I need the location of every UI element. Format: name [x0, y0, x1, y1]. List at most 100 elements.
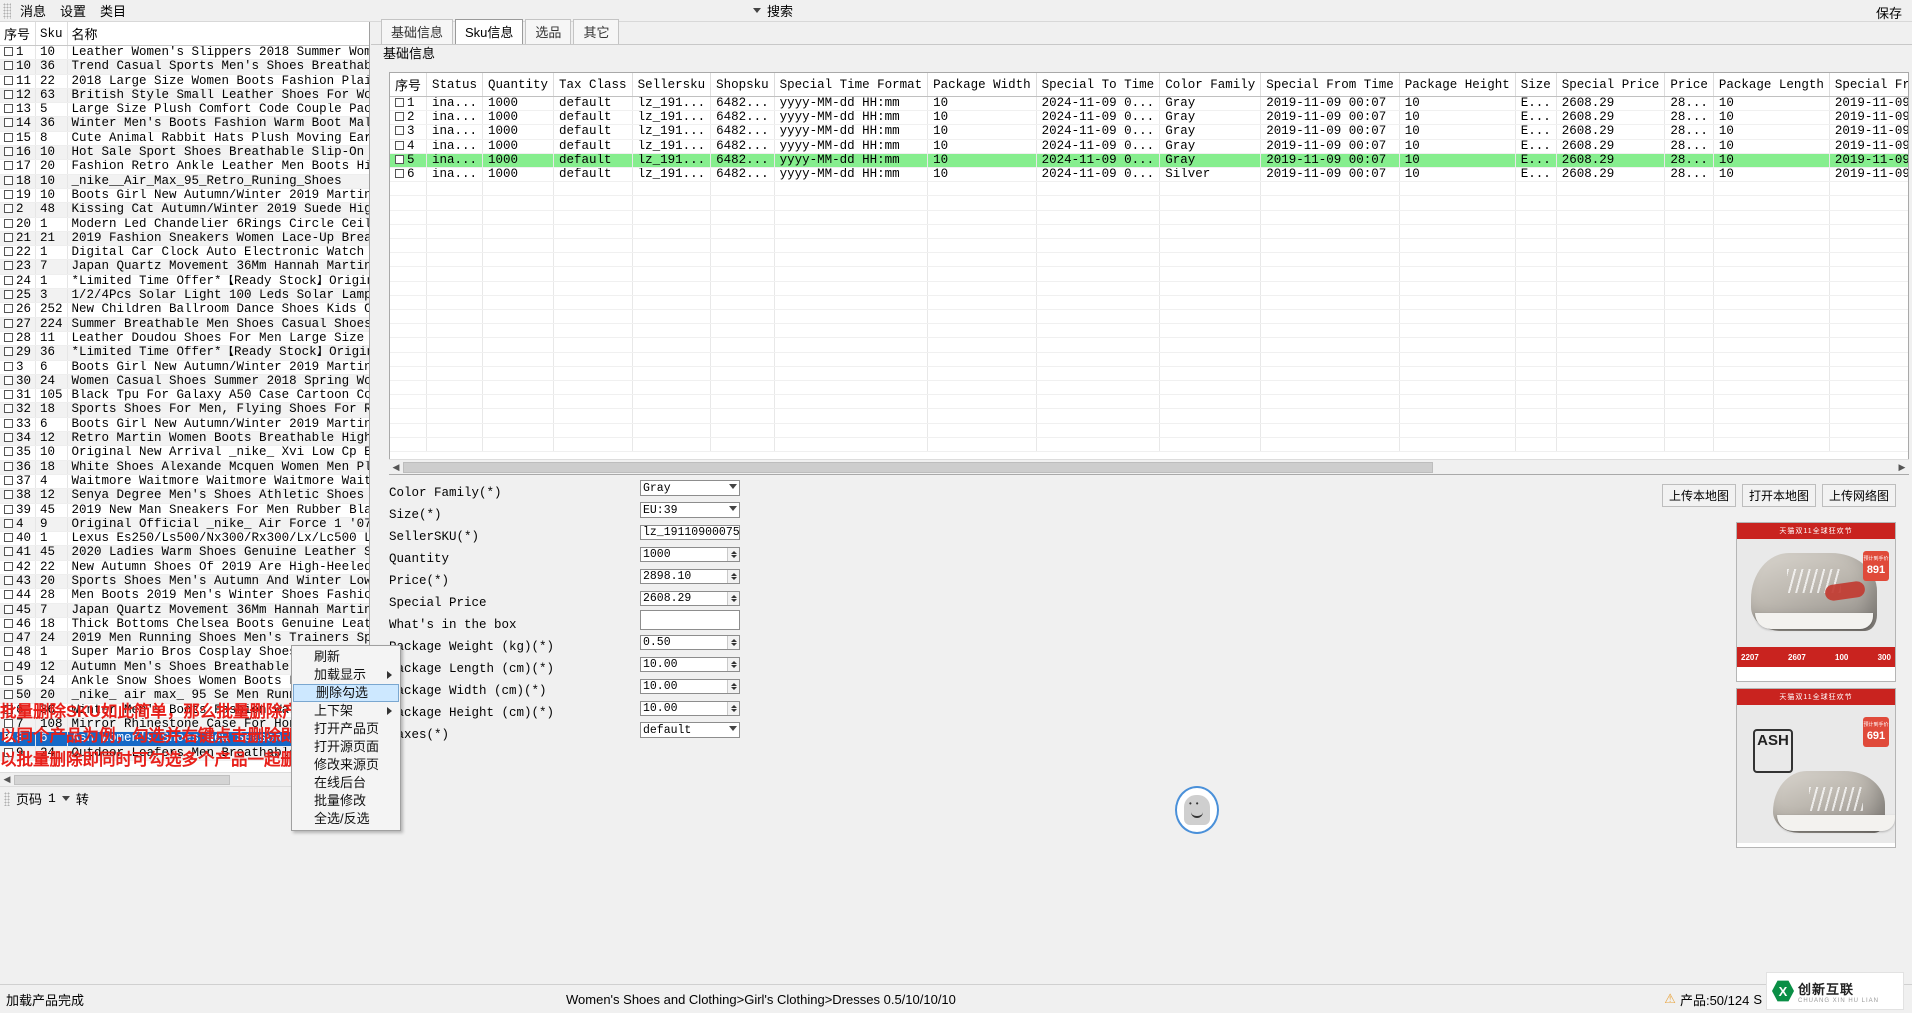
- sku-cell-quantity[interactable]: 1000: [482, 139, 555, 154]
- row-index-cell[interactable]: 5: [0, 674, 37, 690]
- row-index-cell[interactable]: 32: [0, 402, 37, 418]
- row-sku-cell[interactable]: 12: [35, 488, 68, 504]
- row-index-cell[interactable]: 45: [0, 603, 37, 618]
- sku-cell-special_time_format[interactable]: yyyy-MM-dd HH:mm: [774, 153, 929, 169]
- row-index-cell[interactable]: 13: [0, 102, 37, 118]
- row-checkbox[interactable]: [4, 189, 13, 199]
- row-index-cell[interactable]: 18: [0, 174, 37, 189]
- table-row[interactable]: 32 18 Sports Shoes For Men, Flying Shoes F…: [0, 402, 369, 418]
- table-row[interactable]: 33 6 Boots Girl New Autumn/Winter 2019 Mar…: [0, 417, 369, 433]
- row-sku-cell[interactable]: 11: [35, 331, 68, 347]
- sku-cell-price[interactable]: 28...: [1664, 167, 1714, 183]
- spinner-buttons[interactable]: [727, 547, 739, 561]
- open-local-image-button[interactable]: 打开本地图: [1741, 484, 1816, 507]
- sku-cell-special_from_time[interactable]: 2019-11-09 00:07: [1260, 153, 1400, 169]
- form-input-7[interactable]: 0.50: [640, 634, 740, 650]
- spinner-buttons[interactable]: [727, 569, 739, 583]
- table-row[interactable]: 30 24 Women Casual Shoes Summer 2018 Sprin…: [0, 374, 369, 390]
- context-menu-item-1[interactable]: 加载显示: [292, 666, 400, 684]
- sku-cell-color_family[interactable]: Gray: [1159, 124, 1262, 140]
- row-name-cell[interactable]: Sports Shoes For Men, Flying Shoes For R…: [67, 402, 369, 418]
- row-checkbox[interactable]: [4, 732, 13, 743]
- sku-cell-price[interactable]: 28...: [1664, 153, 1714, 169]
- sku-cell-special_to_time[interactable]: 2024-11-09 0...: [1036, 96, 1161, 112]
- row-index-cell[interactable]: 21: [0, 231, 37, 247]
- column-header-name[interactable]: 名称: [67, 22, 369, 46]
- sku-cell-idx[interactable]: 3: [390, 124, 428, 140]
- tab-1[interactable]: Sku信息: [455, 19, 524, 44]
- table-row[interactable]: 18 10 _nike__Air_Max_95_Retro_Runing_Shoes…: [0, 174, 369, 189]
- row-index-cell[interactable]: 22: [0, 245, 37, 261]
- row-index-cell[interactable]: 50: [0, 688, 37, 704]
- row-name-cell[interactable]: White Shoes Alexande Mcquen Women Men Pl…: [67, 460, 369, 475]
- table-row[interactable]: 19 10 Boots Girl New Autumn/Winter 2019 Ma…: [0, 188, 369, 204]
- row-sku-cell[interactable]: 6: [35, 417, 68, 433]
- row-sku-cell[interactable]: 6: [35, 360, 68, 375]
- table-row[interactable]: 22 1 Digital Car Clock Auto Electronic Wat…: [0, 245, 369, 261]
- row-sku-cell[interactable]: 36: [35, 59, 68, 75]
- sku-cell-sellersku[interactable]: lz_191...: [632, 124, 712, 140]
- row-sku-cell[interactable]: 45: [35, 503, 68, 518]
- row-index-cell[interactable]: 17: [0, 159, 37, 175]
- row-checkbox[interactable]: [4, 676, 13, 686]
- sku-scroll-thumb[interactable]: [403, 461, 1433, 473]
- row-sku-cell[interactable]: 10: [35, 45, 68, 61]
- row-sku-cell[interactable]: 7: [35, 603, 68, 618]
- row-index-cell[interactable]: 4: [0, 517, 37, 533]
- row-checkbox[interactable]: [4, 375, 13, 385]
- row-index-cell[interactable]: 9: [0, 746, 37, 761]
- sku-cell-tax_class[interactable]: default: [553, 139, 633, 154]
- table-row[interactable]: 25 3 1/2/4Pcs Solar Light 100 Leds Solar L…: [0, 288, 369, 304]
- sku-cell-color_family[interactable]: Silver: [1159, 167, 1262, 183]
- row-sku-cell[interactable]: 224: [35, 317, 68, 332]
- row-checkbox[interactable]: [4, 247, 13, 257]
- sku-cell-special_to_time[interactable]: 2024-11-09 0...: [1036, 167, 1161, 183]
- row-index-cell[interactable]: 1: [0, 45, 37, 61]
- row-name-cell[interactable]: Boots Girl New Autumn/Winter 2019 Martin…: [67, 417, 369, 433]
- row-name-cell[interactable]: Large Size Plush Comfort Code Couple Pac…: [67, 102, 369, 118]
- sku-column-header-15[interactable]: Package Length: [1713, 73, 1830, 97]
- row-sku-cell[interactable]: 105: [35, 388, 68, 404]
- sku-cell-status[interactable]: ina...: [426, 167, 484, 183]
- page-number[interactable]: 1: [48, 791, 56, 806]
- row-checkbox[interactable]: [4, 633, 13, 643]
- row-checkbox[interactable]: [4, 433, 13, 443]
- context-menu-item-8[interactable]: 批量修改: [292, 792, 400, 810]
- row-checkbox[interactable]: [4, 561, 13, 571]
- row-name-cell[interactable]: Thick Bottoms Chelsea Boots Genuine Leat…: [67, 617, 369, 633]
- context-menu-item-4[interactable]: 打开产品页: [292, 720, 400, 738]
- sku-cell-special_to_time[interactable]: 2024-11-09 0...: [1036, 110, 1161, 126]
- row-sku-cell[interactable]: 1: [35, 274, 68, 290]
- row-name-cell[interactable]: 2020 Ladies Warm Shoes Genuine Leather S…: [67, 545, 369, 561]
- table-row[interactable]: 10 36 Trend Casual Sports Men's Shoes Brea…: [0, 59, 369, 75]
- product-thumbnail-2[interactable]: 天猫双11全球狂欢节 ASH 预计到手价 691: [1736, 688, 1896, 848]
- context-menu-item-6[interactable]: 修改来源页: [292, 756, 400, 774]
- row-sku-cell[interactable]: 21: [35, 231, 68, 247]
- sku-table-row[interactable]: 5 ina... 1000 default lz_191... 6482... yyyy-M…: [390, 153, 1908, 169]
- form-input-2[interactable]: lz_19110900075493_5: [640, 524, 740, 540]
- row-name-cell[interactable]: Trend Casual Sports Men's Shoes Breathab…: [67, 59, 369, 75]
- row-name-cell[interactable]: Japan Quartz Movement 36Mm Hannah Martin…: [67, 603, 369, 618]
- sku-cell-idx[interactable]: 4: [390, 139, 428, 154]
- row-index-cell[interactable]: 31: [0, 388, 37, 404]
- table-row[interactable]: 43 20 Sports Shoes Men's Autumn And Winter…: [0, 574, 369, 590]
- sku-cell-package_length[interactable]: 10: [1713, 124, 1830, 140]
- row-name-cell[interactable]: Modern Led Chandelier 6Rings Circle Ceil…: [67, 217, 369, 232]
- sku-cell-special_price[interactable]: 2608.29: [1556, 139, 1666, 154]
- form-select-11[interactable]: default: [640, 722, 740, 738]
- row-name-cell[interactable]: Japan Quartz Movement 36Mm Hannah Martin…: [67, 259, 369, 275]
- row-index-cell[interactable]: 8: [0, 731, 37, 747]
- row-index-cell[interactable]: 26: [0, 302, 37, 318]
- sku-cell-special_price[interactable]: 2608.29: [1556, 110, 1666, 126]
- form-input-9[interactable]: 10.00: [640, 678, 740, 694]
- row-index-cell[interactable]: 38: [0, 488, 37, 504]
- row-sku-cell[interactable]: 6: [35, 731, 68, 747]
- sku-cell-sellersku[interactable]: lz_191...: [632, 110, 712, 126]
- row-index-cell[interactable]: 24: [0, 274, 37, 290]
- sku-cell-sellersku[interactable]: lz_191...: [632, 139, 712, 154]
- row-sku-cell[interactable]: 24: [35, 746, 68, 761]
- sku-column-header-6[interactable]: Special Time Format: [774, 73, 929, 97]
- row-index-cell[interactable]: 36: [0, 460, 37, 475]
- row-sku-cell[interactable]: 1: [35, 217, 68, 232]
- row-name-cell[interactable]: New Children Ballroom Dance Shoes Kids C…: [67, 302, 369, 318]
